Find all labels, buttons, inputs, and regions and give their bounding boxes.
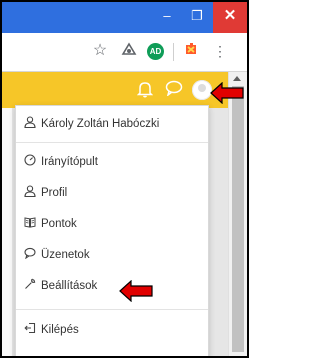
menu-divider [16,309,208,310]
kebab-menu-icon[interactable]: ⋮ [210,41,230,61]
wrench-icon [23,274,37,298]
menu-item-dashboard[interactable]: Irányítópult [16,150,208,174]
avatar[interactable] [192,80,212,100]
browser-toolbar: ☆ AD ⋮ [2,33,247,72]
star-icon[interactable]: ☆ [90,41,110,61]
logout-icon [23,318,37,342]
site-header [2,72,228,108]
bell-icon[interactable] [136,80,154,104]
menu-item-logout[interactable]: Kilépés [16,318,208,342]
minimize-button[interactable]: – [152,2,182,33]
menu-item-settings[interactable]: Beállítások [16,274,208,298]
menu-item-messages[interactable]: Üzenetok [16,243,208,267]
chat-icon[interactable] [165,80,183,102]
menu-label: Irányítópult [41,156,98,168]
menu-label: Profil [41,187,68,199]
menu-item-points[interactable]: Pontok [16,212,208,236]
menu-label: Üzenetok [41,249,90,261]
close-button[interactable]: ✕ [213,2,247,33]
page-left-strip [2,108,12,356]
book-icon [23,212,37,236]
maximize-button[interactable]: ❐ [182,2,212,33]
extension-4-icon[interactable] [181,41,201,61]
extension-icon[interactable] [119,41,139,61]
user-dropdown-menu: Károly Zoltán Habóczki Irányítópult Prof… [15,105,209,356]
menu-item-user[interactable]: Károly Zoltán Habóczki [16,112,208,136]
browser-window: – ❐ ✕ ☆ AD ⋮ Károly Zoltán Habóczki Irán… [0,0,249,358]
menu-label: Pontok [41,218,77,230]
dashboard-icon [23,150,37,174]
user-name-label: Károly Zoltán Habóczki [41,118,160,130]
toolbar-divider [173,43,174,61]
logout-label: Kilépés [41,324,79,336]
scrollbar-thumb[interactable] [232,86,244,352]
annotation-arrow-icon [210,82,244,104]
chat-bubble-icon [23,243,37,267]
window-titlebar: – ❐ ✕ [2,2,247,33]
menu-item-profile[interactable]: Profil [16,181,208,205]
menu-label: Beállítások [41,280,98,292]
annotation-arrow-icon [119,280,153,302]
user-icon [23,112,37,136]
adguard-icon[interactable]: AD [147,43,164,60]
menu-divider [16,142,208,143]
user-icon [23,181,37,205]
scroll-up-arrow-icon[interactable] [233,76,241,81]
